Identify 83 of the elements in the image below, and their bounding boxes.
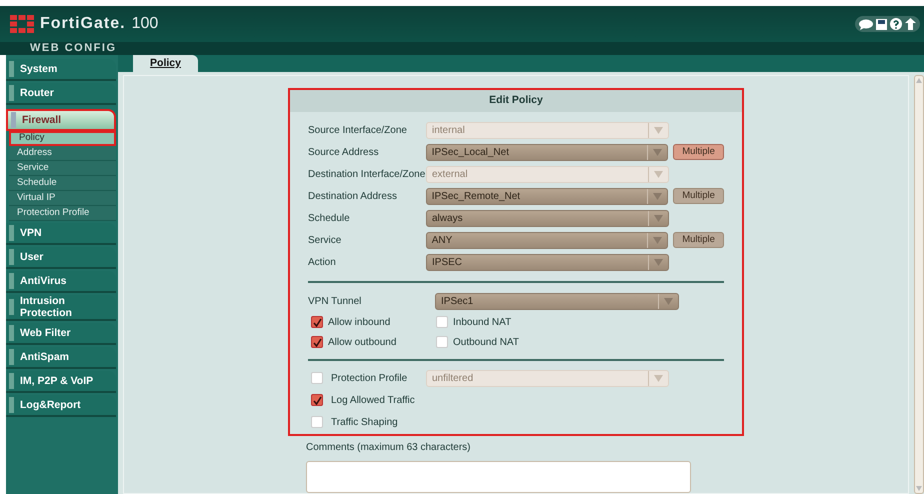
- field-label: VPN Tunnel: [308, 294, 362, 309]
- field-label: Source Address: [308, 146, 380, 160]
- field-label: Destination Interface/Zone: [308, 168, 426, 182]
- checkbox-label: Protection Profile: [331, 372, 408, 386]
- checkbox-label: Outbound NAT: [453, 336, 519, 350]
- field-label: Destination Address: [308, 190, 398, 204]
- checkbox-label: Traffic Shaping: [331, 416, 398, 430]
- expand-tab-icon: [9, 325, 14, 341]
- checkbox[interactable]: [311, 316, 323, 328]
- model-number: 100: [132, 14, 158, 34]
- dropdown-arrow-icon: [654, 214, 663, 222]
- sidebar-item[interactable]: Web Filter: [6, 323, 116, 345]
- scrollbar[interactable]: [914, 75, 924, 494]
- checkbox-label: Inbound NAT: [453, 316, 512, 330]
- scroll-up-arrow-icon[interactable]: [916, 78, 922, 83]
- comments-field[interactable]: [306, 460, 691, 493]
- expand-tab-icon: [11, 112, 16, 128]
- save-icon[interactable]: [876, 18, 887, 30]
- dropdown-arrow-icon: [664, 297, 673, 306]
- dropdown[interactable]: unfiltered: [426, 370, 669, 387]
- product-logo-text: FortiGate.: [40, 14, 126, 34]
- help-icon[interactable]: [890, 18, 902, 30]
- checkbox-label: Log Allowed Traffic: [331, 394, 415, 408]
- dropdown[interactable]: IPSEC: [426, 254, 669, 271]
- check-icon: [312, 318, 322, 327]
- checkbox[interactable]: [311, 394, 323, 406]
- dropdown-arrow-icon: [654, 126, 663, 134]
- field-label: Schedule: [308, 212, 351, 226]
- sidebar-item[interactable]: AntiVirus: [6, 271, 116, 293]
- dropdown-arrow-icon: [654, 170, 663, 178]
- expand-tab-icon: [9, 85, 14, 101]
- checkbox-label: Allow outbound: [328, 336, 396, 350]
- check-icon: [312, 396, 322, 405]
- tab[interactable]: Policy: [133, 55, 198, 72]
- checkbox[interactable]: [311, 336, 323, 348]
- submenu-item[interactable]: Protection Profile: [9, 206, 116, 221]
- expand-tab-icon: [9, 61, 14, 77]
- panel-title: Edit Policy: [290, 90, 742, 112]
- dropdown-arrow-icon: [653, 236, 662, 244]
- dropdown-arrow-icon: [653, 148, 662, 156]
- dropdown-arrow-icon: [654, 258, 663, 266]
- multiple-button[interactable]: Multiple: [673, 144, 724, 160]
- expand-tab-icon: [9, 225, 14, 241]
- scroll-down-arrow-icon[interactable]: [916, 486, 922, 491]
- chat-icon[interactable]: [859, 18, 873, 30]
- multiple-button[interactable]: Multiple: [673, 232, 724, 248]
- sidebar-item[interactable]: IM, P2P & VoIP: [6, 371, 116, 393]
- field-label: Source Interface/Zone: [308, 124, 408, 138]
- dropdown[interactable]: ANY: [426, 232, 668, 249]
- dropdown-arrow-icon: [653, 192, 662, 200]
- submenu-item[interactable]: Virtual IP: [9, 191, 116, 206]
- sidebar-item[interactable]: System: [6, 59, 116, 81]
- expand-tab-icon: [9, 273, 14, 289]
- submenu-item[interactable]: Service: [9, 161, 116, 176]
- logout-icon[interactable]: [905, 18, 916, 30]
- dropdown[interactable]: IPSec_Local_Net: [426, 144, 668, 161]
- expand-tab-icon: [9, 249, 14, 265]
- sidebar-item[interactable]: VPN: [6, 223, 116, 245]
- expand-tab-icon: [9, 349, 14, 365]
- check-icon: [312, 338, 322, 347]
- logo-icon: [10, 15, 34, 33]
- sidebar-item[interactable]: Router: [6, 83, 116, 105]
- dropdown[interactable]: always: [426, 210, 669, 227]
- submenu-item[interactable]: Schedule: [9, 176, 116, 191]
- sidebar-item[interactable]: Firewall: [6, 109, 116, 131]
- dropdown-arrow-icon: [654, 374, 663, 382]
- comments-label: Comments (maximum 63 characters): [305, 440, 472, 455]
- expand-tab-icon: [9, 373, 14, 389]
- sidebar-item[interactable]: Log&Report: [6, 395, 116, 417]
- checkbox-label: Allow inbound: [328, 316, 390, 330]
- sidebar-item[interactable]: Intrusion Protection: [6, 295, 116, 321]
- dropdown[interactable]: IPSec_Remote_Net: [426, 188, 668, 205]
- expand-tab-icon: [9, 397, 14, 413]
- expand-tab-icon: [9, 299, 14, 315]
- submenu-item[interactable]: Policy: [9, 131, 116, 146]
- field-label: Action: [308, 256, 337, 270]
- subtitle: WEB CONFIG: [30, 43, 116, 54]
- sidebar-item[interactable]: AntiSpam: [6, 347, 116, 369]
- dropdown[interactable]: IPSec1: [435, 292, 679, 310]
- field-label: Service: [308, 234, 342, 248]
- multiple-button[interactable]: Multiple: [673, 188, 724, 204]
- submenu-item[interactable]: Address: [9, 146, 116, 161]
- sidebar-item[interactable]: User: [6, 247, 116, 269]
